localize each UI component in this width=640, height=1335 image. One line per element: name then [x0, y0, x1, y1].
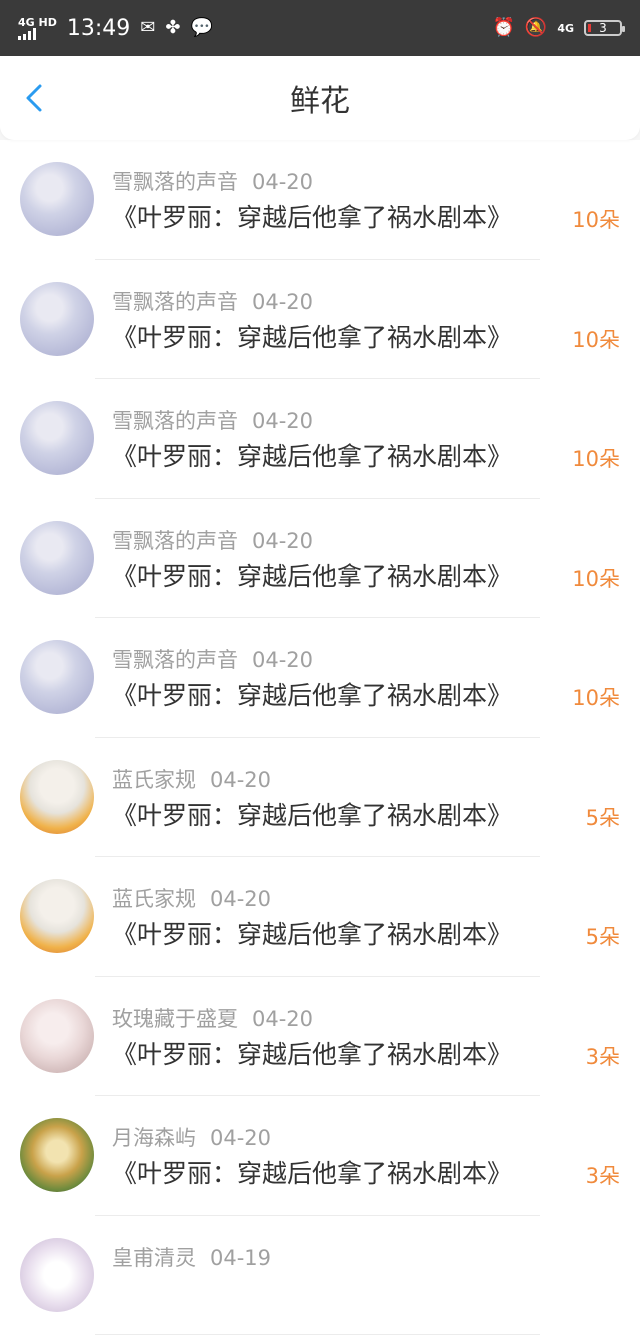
clock: 13:49: [67, 16, 130, 41]
list-item[interactable]: 雪飘落的声音 04-20 《叶罗丽：穿越后他拿了祸水剧本》 10朵: [0, 618, 640, 738]
book-title: 《叶罗丽：穿越后他拿了祸水剧本》: [112, 198, 512, 234]
avatar[interactable]: [20, 760, 94, 834]
username[interactable]: 雪飘落的声音: [112, 648, 238, 672]
book-title: 《叶罗丽：穿越后他拿了祸水剧本》: [112, 557, 512, 593]
book-title: 《叶罗丽：穿越后他拿了祸水剧本》: [112, 796, 512, 832]
username[interactable]: 皇甫清灵: [112, 1246, 196, 1270]
battery-icon: 3: [584, 20, 622, 36]
chat-bubble-icon: 💬: [190, 19, 212, 37]
page-title: 鲜花: [290, 76, 350, 120]
username[interactable]: 月海森屿: [112, 1126, 196, 1150]
date: 04-19: [210, 1246, 271, 1270]
username[interactable]: 雪飘落的声音: [112, 409, 238, 433]
flower-amount: 3朵: [586, 1041, 620, 1071]
list-item[interactable]: 蓝氏家规 04-20 《叶罗丽：穿越后他拿了祸水剧本》 5朵: [0, 738, 640, 858]
date: 04-20: [210, 768, 271, 792]
book-title: 《叶罗丽：穿越后他拿了祸水剧本》: [112, 318, 512, 354]
avatar[interactable]: [20, 999, 94, 1073]
flower-amount: 10朵: [572, 682, 620, 712]
date: 04-20: [252, 648, 313, 672]
username[interactable]: 蓝氏家规: [112, 887, 196, 911]
list-item[interactable]: 蓝氏家规 04-20 《叶罗丽：穿越后他拿了祸水剧本》 5朵: [0, 857, 640, 977]
username[interactable]: 雪飘落的声音: [112, 529, 238, 553]
list-item[interactable]: 雪飘落的声音 04-20 《叶罗丽：穿越后他拿了祸水剧本》 10朵: [0, 260, 640, 380]
date: 04-20: [210, 1126, 271, 1150]
list-item[interactable]: 玫瑰藏于盛夏 04-20 《叶罗丽：穿越后他拿了祸水剧本》 3朵: [0, 977, 640, 1097]
flower-amount: 5朵: [586, 802, 620, 832]
username[interactable]: 雪飘落的声音: [112, 290, 238, 314]
flower-amount: 10朵: [572, 204, 620, 234]
flower-amount: 10朵: [572, 563, 620, 593]
username[interactable]: 玫瑰藏于盛夏: [112, 1007, 238, 1031]
list-item[interactable]: 雪飘落的声音 04-20 《叶罗丽：穿越后他拿了祸水剧本》 10朵: [0, 140, 640, 260]
bell-off-icon: 🔕: [525, 19, 547, 37]
date: 04-20: [252, 170, 313, 194]
cell-signal-icon: 4G HD: [18, 17, 57, 40]
book-title: 《叶罗丽：穿越后他拿了祸水剧本》: [112, 1154, 512, 1190]
battery-level: 3: [599, 21, 607, 35]
avatar[interactable]: [20, 1118, 94, 1192]
avatar[interactable]: [20, 640, 94, 714]
flower-amount: 3朵: [586, 1160, 620, 1190]
date: 04-20: [252, 529, 313, 553]
username[interactable]: 蓝氏家规: [112, 768, 196, 792]
avatar[interactable]: [20, 879, 94, 953]
list-item[interactable]: 月海森屿 04-20 《叶罗丽：穿越后他拿了祸水剧本》 3朵: [0, 1096, 640, 1216]
notification-icon: ✉: [140, 19, 155, 37]
date: 04-20: [210, 887, 271, 911]
status-bar: 4G HD 13:49 ✉ ✤ 💬 ⏰ 🔕 4G 3: [0, 0, 640, 56]
avatar[interactable]: [20, 162, 94, 236]
flower-list: 雪飘落的声音 04-20 《叶罗丽：穿越后他拿了祸水剧本》 10朵 雪飘落的声音 0…: [0, 140, 640, 1335]
flower-amount: 10朵: [572, 443, 620, 473]
network-indicator: 4G: [557, 22, 574, 35]
alarm-icon: ⏰: [492, 19, 514, 37]
page-header: 鲜花: [0, 56, 640, 140]
list-item[interactable]: 皇甫清灵 04-19: [0, 1216, 640, 1335]
list-item[interactable]: 雪飘落的声音 04-20 《叶罗丽：穿越后他拿了祸水剧本》 10朵: [0, 499, 640, 619]
flower-amount: 10朵: [572, 324, 620, 354]
avatar[interactable]: [20, 1238, 94, 1312]
date: 04-20: [252, 290, 313, 314]
avatar[interactable]: [20, 282, 94, 356]
back-arrow-icon[interactable]: [22, 83, 46, 113]
username[interactable]: 雪飘落的声音: [112, 170, 238, 194]
list-item[interactable]: 雪飘落的声音 04-20 《叶罗丽：穿越后他拿了祸水剧本》 10朵: [0, 379, 640, 499]
avatar[interactable]: [20, 521, 94, 595]
book-title: 《叶罗丽：穿越后他拿了祸水剧本》: [112, 915, 512, 951]
book-title: 《叶罗丽：穿越后他拿了祸水剧本》: [112, 437, 512, 473]
date: 04-20: [252, 1007, 313, 1031]
book-title: 《叶罗丽：穿越后他拿了祸水剧本》: [112, 1035, 512, 1071]
avatar[interactable]: [20, 401, 94, 475]
book-title: 《叶罗丽：穿越后他拿了祸水剧本》: [112, 676, 512, 712]
flower-amount: 5朵: [586, 921, 620, 951]
date: 04-20: [252, 409, 313, 433]
fan-icon: ✤: [165, 19, 180, 37]
